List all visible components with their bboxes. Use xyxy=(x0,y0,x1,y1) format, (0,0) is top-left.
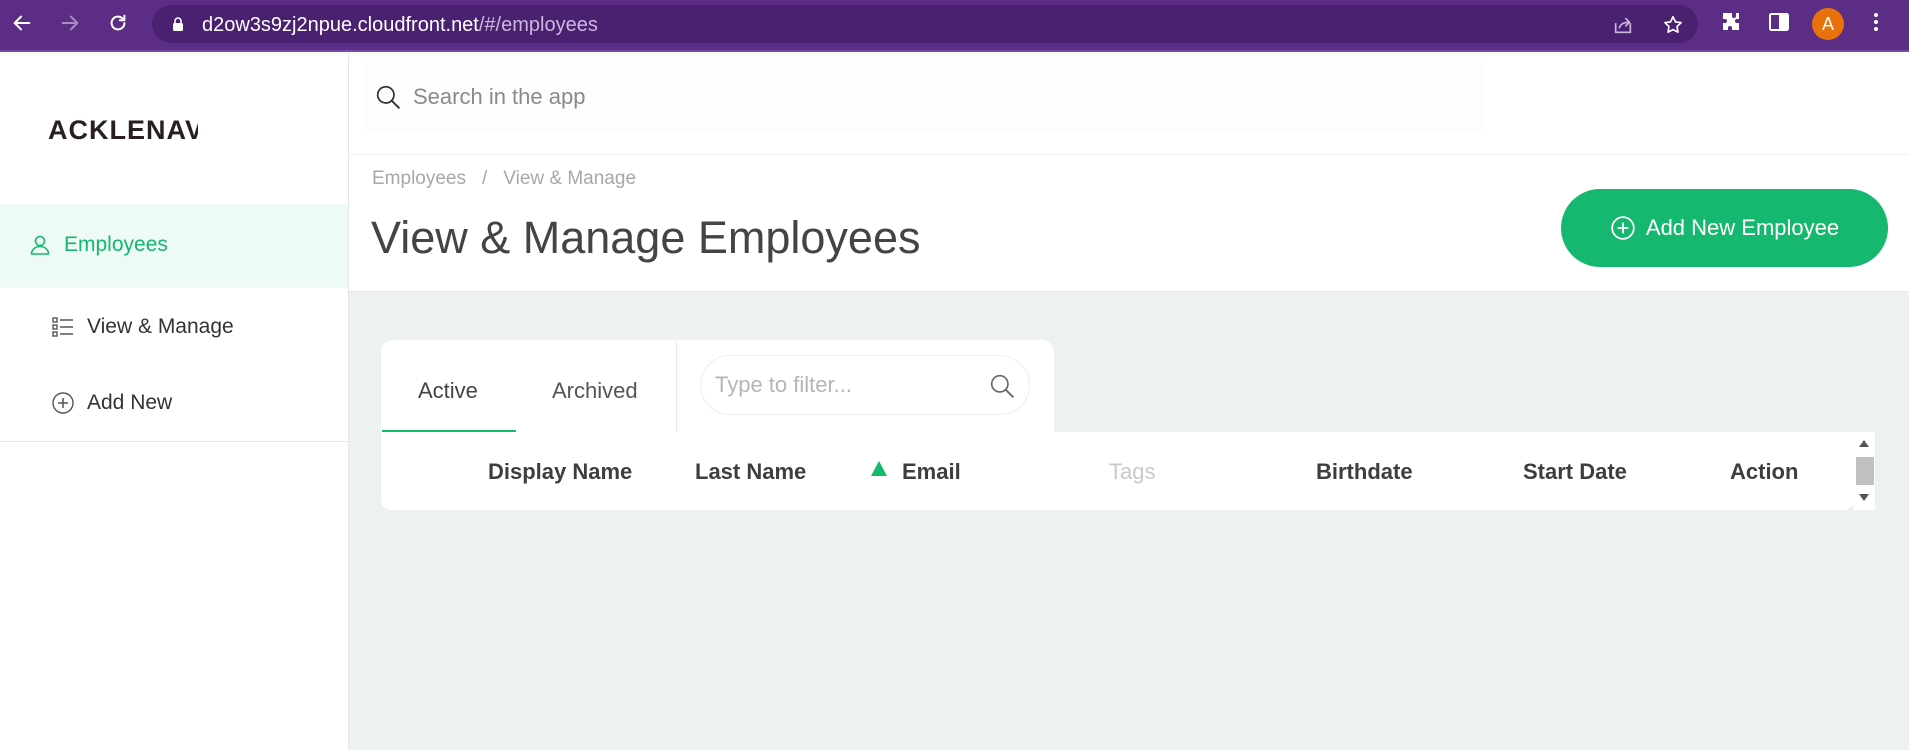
add-button-label: Add New Employee xyxy=(1645,215,1840,240)
sidebar-item-label: Employees xyxy=(64,233,168,256)
share-icon[interactable] xyxy=(1612,14,1634,36)
column-header-display-name[interactable]: Display Name xyxy=(488,459,632,485)
breadcrumb-link-employees[interactable]: Employees xyxy=(372,168,466,189)
sidebar-item-label: Add New xyxy=(87,391,173,414)
back-button[interactable] xyxy=(9,10,35,36)
address-bar[interactable]: d2ow3s9zj2npue.cloudfront.net/#/employee… xyxy=(152,5,1698,43)
sidebar-item-view-manage[interactable]: View & Manage xyxy=(51,315,234,339)
arrow-right-icon xyxy=(61,15,79,31)
sidebar-divider xyxy=(0,441,348,442)
scroll-up-arrow[interactable] xyxy=(1859,440,1869,447)
lock-icon xyxy=(173,17,183,31)
sidebar-item-add-new[interactable]: Add New xyxy=(51,391,172,415)
sidebar-item-label: View & Manage xyxy=(87,315,234,338)
side-panel-icon[interactable] xyxy=(1767,10,1791,34)
url-path: /#/employees xyxy=(478,14,598,36)
search-icon xyxy=(990,374,1014,398)
add-new-employee-button[interactable]: Add New Employee xyxy=(1561,189,1888,267)
logo-text: ACKLENAV xyxy=(48,115,198,145)
breadcrumb: Employees / View & Manage xyxy=(372,168,652,190)
page-title: View & Manage Employees xyxy=(371,212,921,263)
url-host: d2ow3s9zj2npue.cloudfront.net xyxy=(202,14,479,36)
menu-dots-icon[interactable] xyxy=(1864,10,1888,34)
url-text: d2ow3s9zj2npue.cloudfront.net/#/employee… xyxy=(202,14,598,37)
search-icon xyxy=(376,85,400,109)
filter-input[interactable] xyxy=(715,372,975,398)
reload-icon xyxy=(110,14,126,31)
breadcrumb-separator: / xyxy=(482,168,488,189)
plus-circle-icon xyxy=(52,392,74,414)
column-header-last-name[interactable]: Last Name xyxy=(695,459,806,485)
search-input[interactable] xyxy=(413,84,1213,110)
column-header-start-date[interactable]: Start Date xyxy=(1523,459,1627,485)
breadcrumb-current: View & Manage xyxy=(503,168,637,189)
sidebar-item-employees[interactable]: Employees xyxy=(28,233,168,257)
star-icon[interactable] xyxy=(1662,14,1684,36)
column-header-tags: Tags xyxy=(1109,459,1156,484)
tab-archived[interactable]: Archived xyxy=(552,378,638,404)
app-search[interactable] xyxy=(365,62,1485,132)
column-header-action: Action xyxy=(1730,459,1799,484)
profile-avatar[interactable]: A xyxy=(1812,8,1844,40)
column-header-email[interactable]: Email xyxy=(902,459,961,485)
arrow-left-icon xyxy=(13,15,31,31)
sort-ascending-icon[interactable] xyxy=(871,461,887,476)
column-header-birthdate[interactable]: Birthdate xyxy=(1316,459,1413,485)
reload-button[interactable] xyxy=(105,10,131,36)
plus-circle-icon xyxy=(1611,216,1635,240)
header-divider xyxy=(349,154,1909,155)
forward-button[interactable] xyxy=(57,10,83,36)
extensions-icon[interactable] xyxy=(1719,10,1743,34)
user-icon xyxy=(30,235,50,255)
tab-active[interactable]: Active xyxy=(418,378,478,404)
scroll-thumb[interactable] xyxy=(1856,457,1874,485)
logo[interactable]: ACKLENAV xyxy=(48,115,198,145)
filter-field[interactable] xyxy=(700,355,1030,415)
scroll-down-arrow[interactable] xyxy=(1859,494,1869,501)
list-icon xyxy=(52,317,73,337)
tab-separator xyxy=(676,340,677,432)
